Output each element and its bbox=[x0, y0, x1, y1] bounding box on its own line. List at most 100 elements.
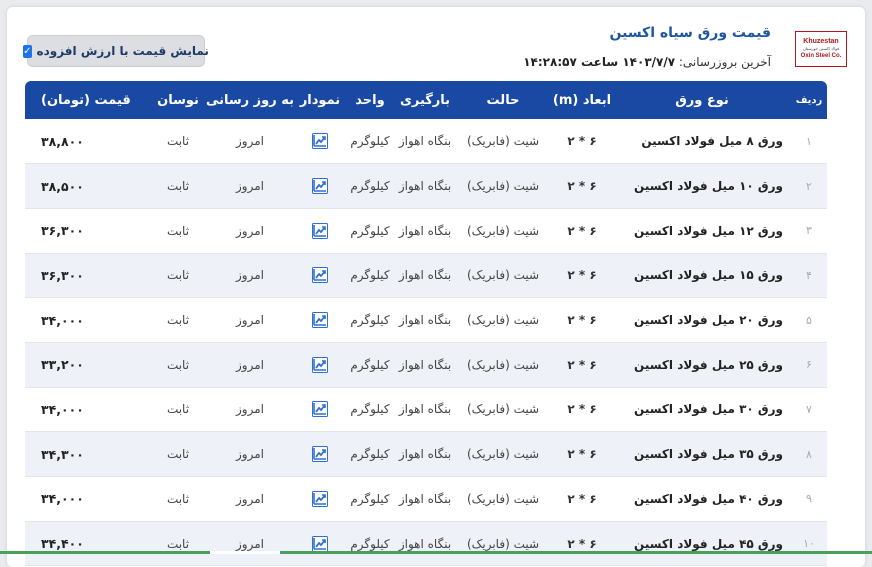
unit: کیلوگرم bbox=[345, 253, 395, 299]
col-header-unit: واحد bbox=[355, 92, 385, 108]
loading-location: بنگاه اهواز bbox=[395, 119, 455, 165]
unit: کیلوگرم bbox=[345, 342, 395, 388]
sheet-dimensions: ۶ * ۲ bbox=[551, 476, 613, 522]
col-header-change: نوسان bbox=[157, 92, 199, 108]
sheet-type: ورق ۱۰ میل فولاد اکسین bbox=[613, 163, 791, 209]
loading-location: بنگاه اهواز bbox=[395, 476, 455, 522]
sheet-dimensions: ۶ * ۲ bbox=[551, 163, 613, 209]
table-row: ۳ ورق ۱۲ میل فولاد اکسین ۶ * ۲ شیت (فابر… bbox=[25, 208, 827, 254]
table-header-row: ردیف نوع ورق ابعاد (m) حالت بارگیری واحد… bbox=[25, 81, 827, 119]
table-row: ۲ ورق ۱۰ میل فولاد اکسین ۶ * ۲ شیت (فابر… bbox=[25, 163, 827, 209]
price-value: ۳۴,۰۰۰ bbox=[25, 387, 151, 433]
price-value: ۳۶,۳۰۰ bbox=[25, 253, 151, 299]
sheet-dimensions: ۶ * ۲ bbox=[551, 431, 613, 477]
update-time: امروز bbox=[205, 253, 295, 299]
chart-cell bbox=[295, 208, 345, 254]
sheet-type: ورق ۴۵ میل فولاد اکسین bbox=[613, 521, 791, 567]
price-change: ثابت bbox=[151, 431, 205, 477]
sheet-state: شیت (فابریک) bbox=[455, 521, 551, 567]
update-time: امروز bbox=[205, 342, 295, 388]
price-change: ثابت bbox=[151, 387, 205, 433]
update-time: امروز bbox=[205, 431, 295, 477]
sheet-state: شیت (فابریک) bbox=[455, 208, 551, 254]
loading-location: بنگاه اهواز bbox=[395, 431, 455, 477]
loading-location: بنگاه اهواز bbox=[395, 342, 455, 388]
sheet-dimensions: ۶ * ۲ bbox=[551, 119, 613, 165]
unit: کیلوگرم bbox=[345, 521, 395, 567]
trend-chart-icon[interactable] bbox=[312, 133, 328, 150]
sheet-dimensions: ۶ * ۲ bbox=[551, 208, 613, 254]
sheet-dimensions: ۶ * ۲ bbox=[551, 253, 613, 299]
col-header-row: ردیف bbox=[795, 94, 823, 106]
trend-chart-icon[interactable] bbox=[312, 267, 328, 284]
sheet-type: ورق ۲۵ میل فولاد اکسین bbox=[613, 342, 791, 388]
unit: کیلوگرم bbox=[345, 297, 395, 343]
unit: کیلوگرم bbox=[345, 208, 395, 254]
chart-cell bbox=[295, 431, 345, 477]
row-number: ۴ bbox=[791, 253, 827, 299]
trend-chart-icon[interactable] bbox=[312, 490, 328, 507]
price-change: ثابت bbox=[151, 521, 205, 567]
col-header-update: به روز رسانی bbox=[205, 92, 295, 108]
trend-chart-icon[interactable] bbox=[312, 401, 328, 418]
last-update: آخرین بروزرسانی: ۱۴۰۳/۷/۷ ساعت ۱۴:۲۸:۵۷ bbox=[523, 55, 771, 69]
col-header-type: نوع ورق bbox=[675, 92, 729, 108]
chart-cell bbox=[295, 119, 345, 165]
price-card: Khuzestan فولاد اکسین خوزستان Oxin Steel… bbox=[7, 7, 865, 567]
trend-chart-icon[interactable] bbox=[312, 446, 328, 463]
col-header-loading: بارگیری bbox=[399, 92, 451, 108]
row-number: ۱ bbox=[791, 119, 827, 165]
company-logo: Khuzestan فولاد اکسین خوزستان Oxin Steel… bbox=[795, 31, 847, 67]
price-change: ثابت bbox=[151, 476, 205, 522]
table-row: ۷ ورق ۳۰ میل فولاد اکسین ۶ * ۲ شیت (فابر… bbox=[25, 387, 827, 433]
price-change: ثابت bbox=[151, 253, 205, 299]
chart-cell bbox=[295, 297, 345, 343]
row-number: ۷ bbox=[791, 387, 827, 433]
checkbox-checked-icon[interactable]: ✓ bbox=[23, 44, 32, 58]
sheet-dimensions: ۶ * ۲ bbox=[551, 342, 613, 388]
row-number: ۶ bbox=[791, 342, 827, 388]
sheet-state: شیت (فابریک) bbox=[455, 253, 551, 299]
unit: کیلوگرم bbox=[345, 163, 395, 209]
sheet-type: ورق ۳۵ میل فولاد اکسین bbox=[613, 431, 791, 477]
price-value: ۳۴,۰۰۰ bbox=[25, 476, 151, 522]
col-header-chart: نمودار bbox=[299, 92, 341, 108]
col-header-dimensions: ابعاد (m) bbox=[552, 92, 612, 108]
price-change: ثابت bbox=[151, 119, 205, 165]
price-value: ۳۳,۲۰۰ bbox=[25, 342, 151, 388]
sheet-state: شیت (فابریک) bbox=[455, 297, 551, 343]
table-row: ۹ ورق ۴۰ میل فولاد اکسین ۶ * ۲ شیت (فابر… bbox=[25, 476, 827, 522]
sheet-state: شیت (فابریک) bbox=[455, 342, 551, 388]
trend-chart-icon[interactable] bbox=[312, 356, 328, 373]
chart-cell bbox=[295, 253, 345, 299]
update-time: امروز bbox=[205, 163, 295, 209]
sheet-dimensions: ۶ * ۲ bbox=[551, 297, 613, 343]
loading-location: بنگاه اهواز bbox=[395, 253, 455, 299]
update-time: امروز bbox=[205, 119, 295, 165]
trend-chart-icon[interactable] bbox=[312, 535, 328, 552]
loading-location: بنگاه اهواز bbox=[395, 208, 455, 254]
vat-toggle-button[interactable]: ✓ نمایش قیمت با ارزش افزوده bbox=[23, 35, 209, 67]
col-header-state: حالت bbox=[486, 92, 520, 108]
last-update-label: آخرین بروزرسانی: bbox=[678, 55, 771, 69]
table-row: ۶ ورق ۲۵ میل فولاد اکسین ۶ * ۲ شیت (فابر… bbox=[25, 342, 827, 388]
row-number: ۳ bbox=[791, 208, 827, 254]
price-value: ۳۶,۳۰۰ bbox=[25, 208, 151, 254]
trend-chart-icon[interactable] bbox=[312, 178, 328, 195]
sheet-state: شیت (فابریک) bbox=[455, 476, 551, 522]
update-time: امروز bbox=[205, 208, 295, 254]
trend-chart-icon[interactable] bbox=[312, 222, 328, 239]
sheet-dimensions: ۶ * ۲ bbox=[551, 521, 613, 567]
row-number: ۵ bbox=[791, 297, 827, 343]
price-change: ثابت bbox=[151, 342, 205, 388]
table-row: ۴ ورق ۱۵ میل فولاد اکسین ۶ * ۲ شیت (فابر… bbox=[25, 253, 827, 299]
price-change: ثابت bbox=[151, 208, 205, 254]
vat-toggle-label: نمایش قیمت با ارزش افزوده bbox=[36, 44, 209, 58]
loading-location: بنگاه اهواز bbox=[395, 163, 455, 209]
unit: کیلوگرم bbox=[345, 431, 395, 477]
trend-chart-icon[interactable] bbox=[312, 312, 328, 329]
page-title: قیمت ورق سیاه اکسین bbox=[609, 25, 772, 41]
chart-cell bbox=[295, 476, 345, 522]
chart-cell bbox=[295, 163, 345, 209]
price-value: ۳۸,۵۰۰ bbox=[25, 163, 151, 209]
